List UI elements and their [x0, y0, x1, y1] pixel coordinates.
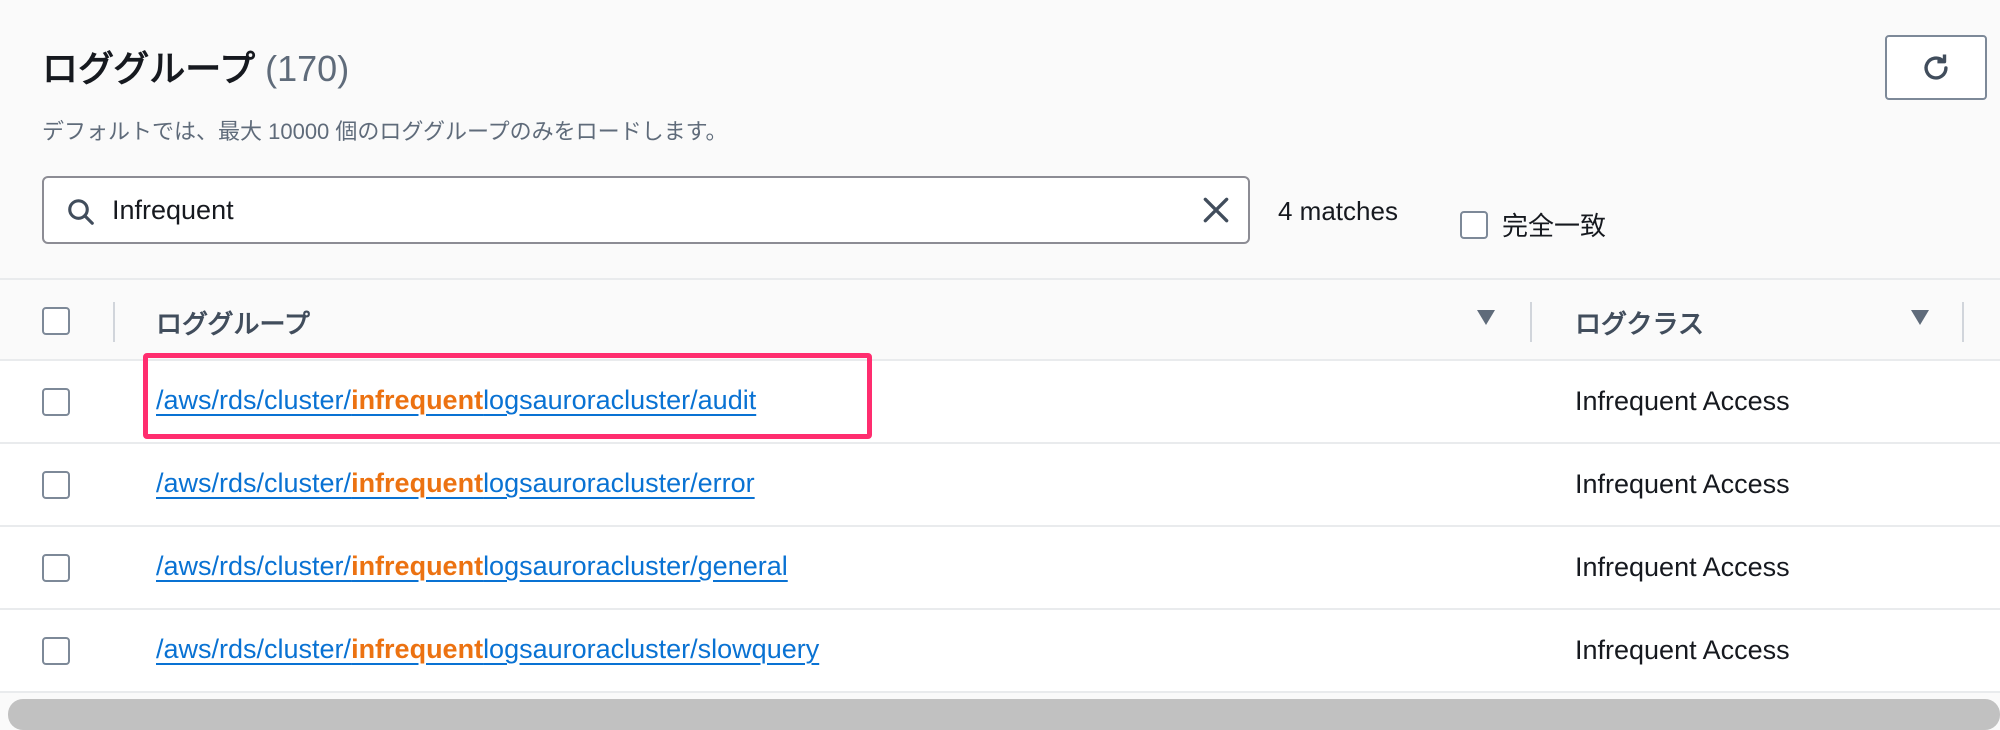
table-header: ロググループ ログクラス [0, 278, 2000, 361]
table-row: /aws/rds/cluster/infrequentlogsauroraclu… [0, 444, 2000, 527]
column-divider [113, 302, 115, 342]
annotation-highlight-box [143, 353, 872, 439]
clear-icon[interactable] [1200, 194, 1232, 226]
search-input[interactable] [112, 188, 1162, 232]
column-resizer[interactable] [1962, 302, 1964, 342]
log-group-link[interactable]: /aws/rds/cluster/infrequentlogsauroraclu… [156, 551, 788, 582]
row-checkbox[interactable] [42, 388, 70, 416]
log-group-link[interactable]: /aws/rds/cluster/infrequentlogsauroraclu… [156, 468, 755, 499]
title-text: ロググループ [42, 48, 256, 89]
checkbox[interactable] [1460, 210, 1488, 239]
match-count: 4 matches [1278, 196, 1398, 226]
exact-match-label: 完全一致 [1502, 211, 1607, 241]
refresh-icon [1924, 54, 1948, 80]
select-all-checkbox[interactable] [42, 307, 70, 335]
sort-icon[interactable] [1911, 310, 1929, 325]
sort-icon[interactable] [1477, 310, 1495, 325]
exact-match-checkbox[interactable]: 完全一致 [1460, 206, 1606, 243]
column-resizer[interactable] [1530, 302, 1532, 342]
column-header-log-group[interactable]: ロググループ [156, 304, 310, 341]
log-class: Infrequent Access [1575, 469, 1790, 499]
row-checkbox[interactable] [42, 637, 70, 665]
row-checkbox[interactable] [42, 471, 70, 499]
horizontal-scrollbar[interactable] [8, 699, 2000, 730]
page-title: ロググループ (170) [42, 40, 349, 92]
page-description: デフォルトでは、最大 10000 個のロググループのみをロードします。 [42, 119, 728, 144]
log-class: Infrequent Access [1575, 552, 1790, 582]
table-row: /aws/rds/cluster/infrequentlogsauroraclu… [0, 527, 2000, 610]
group-count: (170) [265, 48, 350, 89]
row-checkbox[interactable] [42, 554, 70, 582]
table-row: /aws/rds/cluster/infrequentlogsauroraclu… [0, 610, 2000, 693]
search-icon [68, 199, 94, 225]
log-class: Infrequent Access [1575, 386, 1790, 416]
log-class: Infrequent Access [1575, 635, 1790, 665]
refresh-button[interactable] [1885, 35, 1987, 100]
log-group-link[interactable]: /aws/rds/cluster/infrequentlogsauroraclu… [156, 634, 819, 665]
search-field[interactable] [42, 176, 1250, 244]
column-header-log-class[interactable]: ログクラス [1575, 304, 1704, 341]
